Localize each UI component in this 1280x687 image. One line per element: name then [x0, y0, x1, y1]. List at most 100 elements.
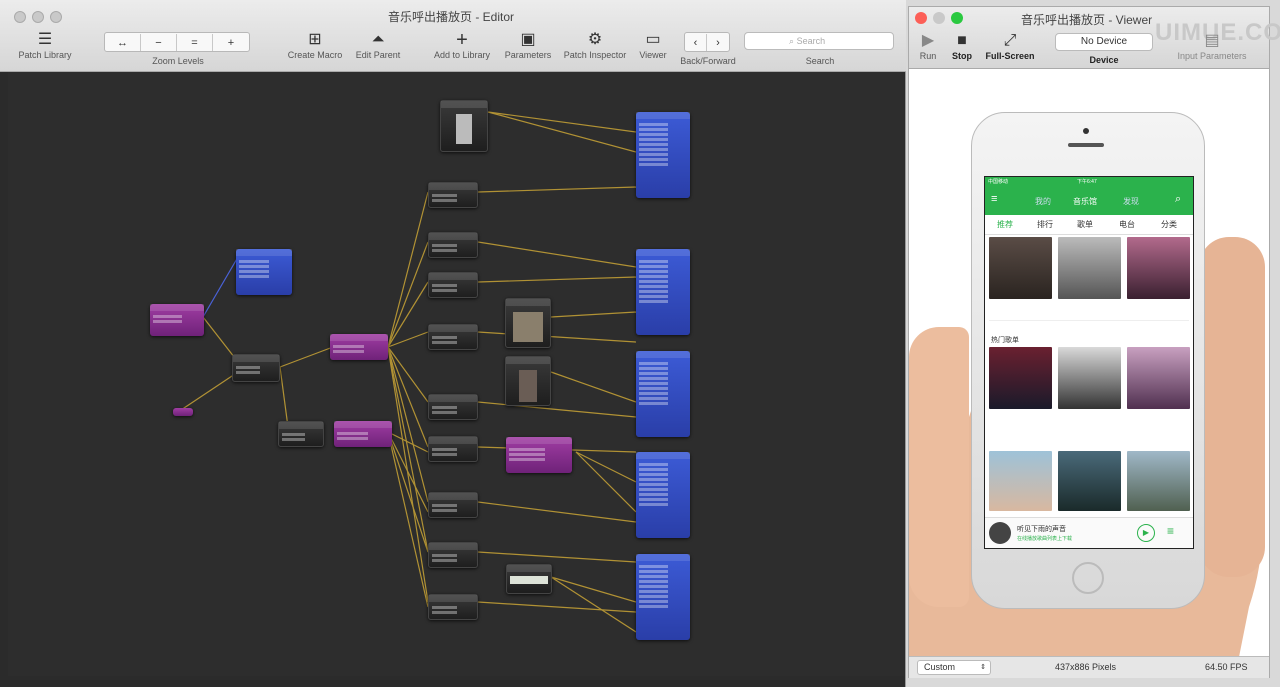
input-parameters-button[interactable]: ▤ Input Parameters: [1171, 31, 1253, 61]
plus-icon: +: [456, 29, 468, 51]
editor-title: 音乐呼出播放页 - Editor: [388, 10, 515, 24]
back-button[interactable]: ‹: [685, 34, 707, 51]
panel-icon: ▤: [1204, 32, 1220, 49]
search-input[interactable]: ⌕ Search: [744, 32, 894, 50]
parameters-button[interactable]: ▣ Parameters: [500, 30, 556, 60]
playlist-icon[interactable]: ≡: [1167, 524, 1174, 538]
tab-recommend[interactable]: 推荐: [997, 219, 1013, 230]
layer-node[interactable]: [636, 452, 690, 538]
patch-canvas[interactable]: [8, 72, 904, 676]
forward-button[interactable]: ›: [707, 34, 729, 51]
patch-node[interactable]: [428, 182, 478, 208]
header-tab-music-hall[interactable]: 音乐馆: [1073, 196, 1097, 207]
header-tab-discover[interactable]: 发现: [1123, 196, 1139, 207]
patch-node[interactable]: [428, 492, 478, 518]
search-icon[interactable]: ⌕: [1175, 193, 1181, 206]
patch-node[interactable]: [428, 272, 478, 298]
play-icon[interactable]: ▶: [1137, 524, 1155, 542]
patch-node[interactable]: [150, 304, 204, 336]
patch-node[interactable]: [506, 564, 552, 594]
tab-ranking[interactable]: 排行: [1037, 219, 1053, 230]
zoom-out-button[interactable]: −: [141, 34, 177, 51]
zoom-button[interactable]: [951, 12, 963, 24]
patch-node[interactable]: [428, 542, 478, 568]
app-header: 中国移动 下午6:47 ≡ 我的 音乐馆 发现 ⌕: [985, 177, 1193, 215]
album-thumb[interactable]: [1127, 237, 1190, 299]
image-node[interactable]: [505, 356, 551, 406]
home-button[interactable]: [1072, 562, 1104, 594]
patch-node[interactable]: [428, 232, 478, 258]
parameters-label: Parameters: [504, 50, 552, 60]
search-label: Search: [805, 56, 835, 66]
image-node[interactable]: [505, 298, 551, 348]
patch-node[interactable]: [428, 594, 478, 620]
zoom-fit-button[interactable]: ↔: [105, 34, 141, 51]
close-button[interactable]: [915, 12, 927, 24]
zoom-button[interactable]: [50, 11, 62, 23]
patch-node[interactable]: [428, 394, 478, 420]
image-node[interactable]: [440, 100, 488, 152]
size-select-value: Custom: [924, 662, 956, 672]
playlist-thumb[interactable]: [1058, 451, 1121, 511]
patch-node[interactable]: [232, 354, 280, 382]
patch-library-label: Patch Library: [18, 50, 72, 60]
patch-library-button[interactable]: ☰ Patch Library: [12, 30, 78, 60]
status-time: 下午6:47: [1077, 179, 1097, 185]
patch-node[interactable]: [506, 437, 572, 473]
chevron-updown-icon: ⇕: [980, 664, 986, 671]
minimize-button[interactable]: [933, 12, 945, 24]
layer-node[interactable]: [636, 351, 690, 437]
add-to-library-label: Add to Library: [433, 50, 491, 60]
close-button[interactable]: [14, 11, 26, 23]
patch-node[interactable]: [173, 408, 193, 416]
now-playing-title: 听见下雨的声音: [1017, 526, 1066, 533]
header-tab-mine[interactable]: 我的: [1035, 196, 1051, 207]
playlist-thumb[interactable]: [1127, 451, 1190, 511]
zoom-in-button[interactable]: +: [213, 34, 249, 51]
now-playing-bar[interactable]: 听见下雨的声音 在线播放歌曲列表上下载 ▶ ≡: [985, 517, 1193, 548]
iphone-frame: 中国移动 下午6:47 ≡ 我的 音乐馆 发现 ⌕ 推荐 排行 歌单 电台 分类…: [971, 112, 1205, 609]
zoom-actual-button[interactable]: =: [177, 34, 213, 51]
run-button[interactable]: ▶ Run: [915, 31, 941, 61]
patch-node[interactable]: [278, 421, 324, 447]
hand-thumb: [909, 327, 969, 607]
menu-icon[interactable]: ≡: [991, 193, 997, 205]
viewer-button[interactable]: ▭ Viewer: [634, 30, 672, 60]
layer-node[interactable]: [636, 554, 690, 640]
tab-category[interactable]: 分类: [1161, 219, 1177, 230]
patch-node[interactable]: [330, 334, 388, 360]
editor-window: 音乐呼出播放页 - Editor ☰ Patch Library ↔ − = + Zo…: [0, 0, 906, 687]
full-screen-button[interactable]: ⤢ Full-Screen: [981, 31, 1039, 61]
patch-node[interactable]: [428, 436, 478, 462]
layer-node[interactable]: [636, 112, 690, 198]
layer-node[interactable]: [636, 249, 690, 335]
album-captions: [989, 301, 1189, 321]
expand-icon: ⤢: [1003, 32, 1017, 49]
run-label: Run: [919, 51, 937, 61]
patch-node[interactable]: [236, 249, 292, 295]
playlist-thumb[interactable]: [1058, 347, 1121, 409]
edit-parent-button[interactable]: ⏶ Edit Parent: [350, 30, 406, 60]
patch-inspector-button[interactable]: ⚙ Patch Inspector: [558, 30, 632, 60]
stop-button[interactable]: ■ Stop: [949, 31, 975, 61]
playlist-thumb[interactable]: [989, 347, 1052, 409]
stop-label: Stop: [952, 51, 972, 61]
zoom-levels-label: Zoom Levels: [152, 56, 204, 66]
size-select[interactable]: Custom ⇕: [917, 660, 991, 675]
tab-playlists[interactable]: 歌单: [1077, 219, 1093, 230]
add-to-library-button[interactable]: + Add to Library: [428, 30, 496, 60]
patch-node[interactable]: [428, 324, 478, 350]
viewer-title: 音乐呼出播放页 - Viewer: [1021, 13, 1153, 27]
tab-radio[interactable]: 电台: [1119, 219, 1135, 230]
search-control: ⌕ Search Search: [744, 32, 896, 66]
playlist-thumb[interactable]: [1127, 347, 1190, 409]
album-thumb[interactable]: [989, 237, 1052, 299]
patch-node[interactable]: [334, 421, 392, 447]
device-select[interactable]: No Device: [1055, 33, 1153, 51]
playlist-thumb[interactable]: [989, 451, 1052, 511]
album-thumb[interactable]: [1058, 237, 1121, 299]
create-macro-button[interactable]: ⊞ Create Macro: [284, 30, 346, 60]
panel-icon: ▣: [520, 31, 536, 48]
minimize-button[interactable]: [32, 11, 44, 23]
viewer-icon: ▭: [645, 31, 661, 48]
